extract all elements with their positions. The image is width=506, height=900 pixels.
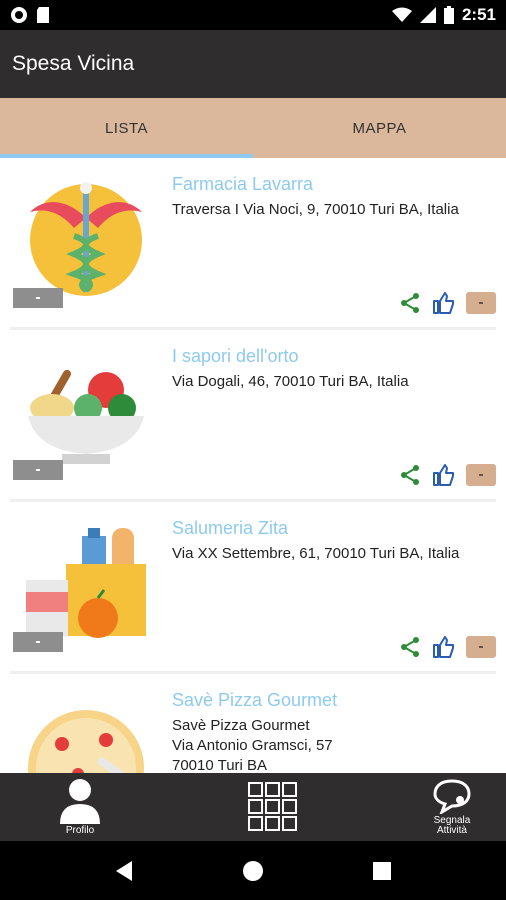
salad-bowl-icon: [28, 369, 144, 464]
like-icon[interactable]: [432, 291, 456, 315]
recents-icon[interactable]: [372, 861, 392, 881]
grid-menu-button[interactable]: [247, 781, 299, 833]
shop-name[interactable]: Salumeria Zita: [172, 518, 288, 539]
share-icon[interactable]: [398, 463, 422, 487]
notification-circle-icon: [11, 7, 27, 23]
back-icon[interactable]: [114, 860, 134, 882]
like-icon[interactable]: [432, 635, 456, 659]
shop-name[interactable]: I sapori dell'orto: [172, 346, 299, 367]
home-icon[interactable]: [242, 860, 264, 882]
share-icon[interactable]: [398, 635, 422, 659]
image-tag: [13, 632, 63, 652]
shop-address: Via Dogali, 46, 70010 Turi BA, Italia: [172, 373, 409, 390]
status-badge[interactable]: [466, 636, 496, 658]
shop-name[interactable]: Savè Pizza Gourmet: [172, 690, 337, 711]
wifi-icon: [391, 7, 412, 22]
shop-list: Farmacia Lavarra Traversa I Via Noci, 9,…: [0, 158, 506, 773]
battery-icon: [443, 6, 454, 24]
app-title: Spesa Vicina: [12, 52, 135, 75]
card-actions: [398, 635, 496, 659]
list-item[interactable]: Farmacia Lavarra Traversa I Via Noci, 9,…: [10, 158, 496, 330]
bottom-nav: Profilo Segnala Attività: [0, 773, 506, 841]
signal-icon: [419, 7, 436, 23]
image-tag: [13, 460, 63, 480]
pizza-icon: [28, 710, 144, 773]
tab-lista-label: LISTA: [104, 119, 149, 137]
share-icon[interactable]: [398, 291, 422, 315]
list-item[interactable]: I sapori dell'orto Via Dogali, 46, 70010…: [10, 330, 496, 502]
card-actions: [398, 291, 496, 315]
app-bar: Spesa Vicina: [0, 30, 506, 98]
list-item[interactable]: Savè Pizza Gourmet Savè Pizza Gourmet Vi…: [10, 674, 496, 773]
shop-address: Savè Pizza Gourmet Via Antonio Gramsci, …: [172, 717, 333, 773]
grid-icon: [248, 782, 297, 831]
shop-address: Traversa I Via Noci, 9, 70010 Turi BA, I…: [172, 201, 459, 218]
status-badge[interactable]: [466, 464, 496, 486]
status-bar: 2:51: [0, 0, 506, 30]
tab-lista[interactable]: LISTA: [0, 98, 253, 158]
system-nav-bar: [0, 841, 506, 900]
profile-label: Profilo: [65, 825, 95, 836]
groceries-icon: [26, 528, 146, 638]
report-chat-icon: [433, 779, 471, 814]
card-actions: [398, 463, 496, 487]
profile-button[interactable]: Profilo: [60, 778, 100, 836]
report-activity-button[interactable]: Segnala Attività: [426, 778, 478, 836]
tab-bar: LISTA MAPPA: [0, 98, 506, 158]
tab-mappa[interactable]: MAPPA: [253, 98, 506, 158]
report-label: Segnala Attività: [433, 815, 471, 836]
like-icon[interactable]: [432, 463, 456, 487]
caduceus-icon: [30, 182, 142, 296]
app-screen: 2:51 Spesa Vicina LISTA MAPPA Farmacia L…: [0, 0, 506, 900]
shop-name[interactable]: Farmacia Lavarra: [172, 174, 313, 195]
sd-card-icon: [37, 7, 49, 23]
shop-address: Via XX Settembre, 61, 70010 Turi BA, Ita…: [172, 545, 460, 562]
status-time: 2:51: [461, 5, 496, 24]
profile-icon: [60, 779, 100, 824]
list-item[interactable]: Salumeria Zita Via XX Settembre, 61, 700…: [10, 502, 496, 674]
tab-mappa-label: MAPPA: [352, 119, 407, 137]
image-tag: [13, 288, 63, 308]
status-badge[interactable]: [466, 292, 496, 314]
